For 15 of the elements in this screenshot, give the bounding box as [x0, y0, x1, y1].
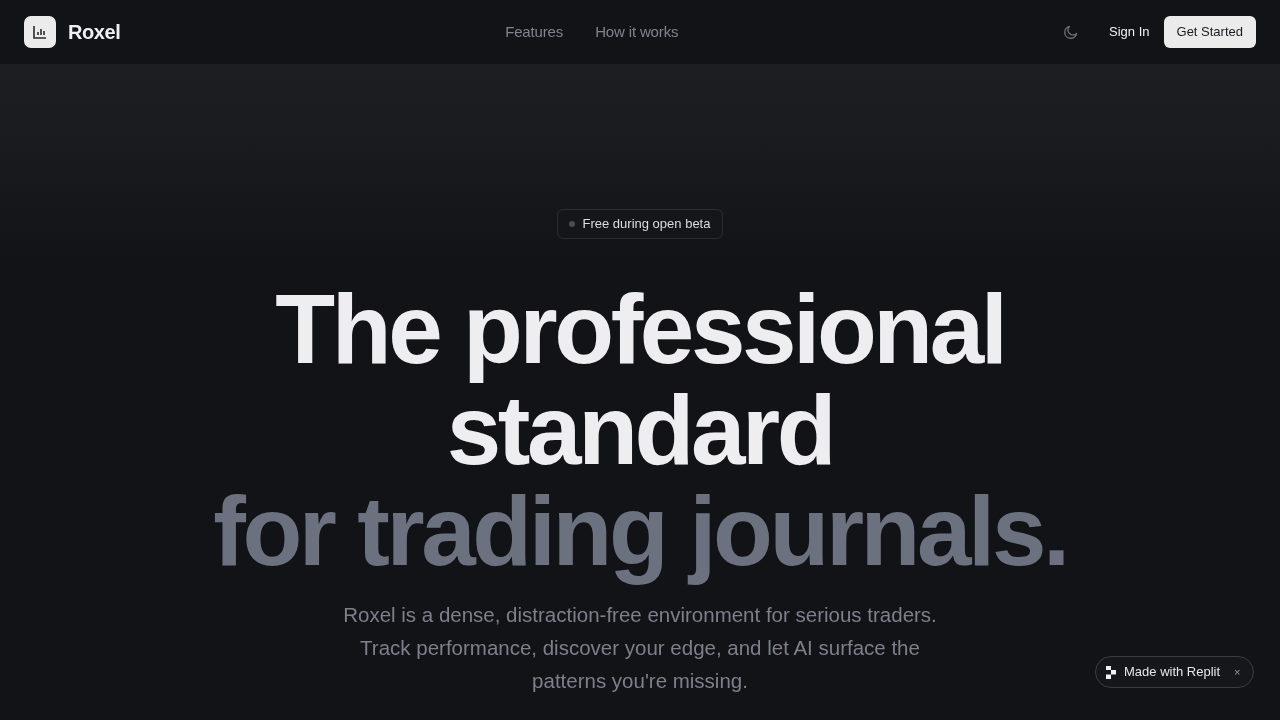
made-with-replit-badge[interactable]: Made with Replit ×	[1095, 656, 1254, 688]
badge-text: Free during open beta	[582, 215, 711, 234]
nav-link[interactable]: Features	[505, 20, 564, 44]
close-button[interactable]: ×	[1232, 666, 1243, 678]
replit-label: Made with Replit	[1124, 663, 1221, 682]
moon-icon[interactable]	[1063, 24, 1080, 40]
replit-logo-icon	[1106, 665, 1116, 679]
sign-in-button[interactable]: Sign In	[1101, 16, 1158, 48]
status-dot-icon	[568, 221, 575, 227]
headline: The professional standard	[274, 279, 1006, 481]
get-started-button[interactable]: Get Started	[1163, 16, 1256, 48]
logo-icon	[24, 16, 56, 48]
brand-name: Roxel	[68, 20, 121, 45]
nav-link[interactable]: How it works	[595, 20, 679, 44]
hero-description: Roxel is a dense, distraction-free environment for serious traders. Track performance, discover your edge, and let AI surface the patterns you're missing.	[342, 602, 938, 694]
